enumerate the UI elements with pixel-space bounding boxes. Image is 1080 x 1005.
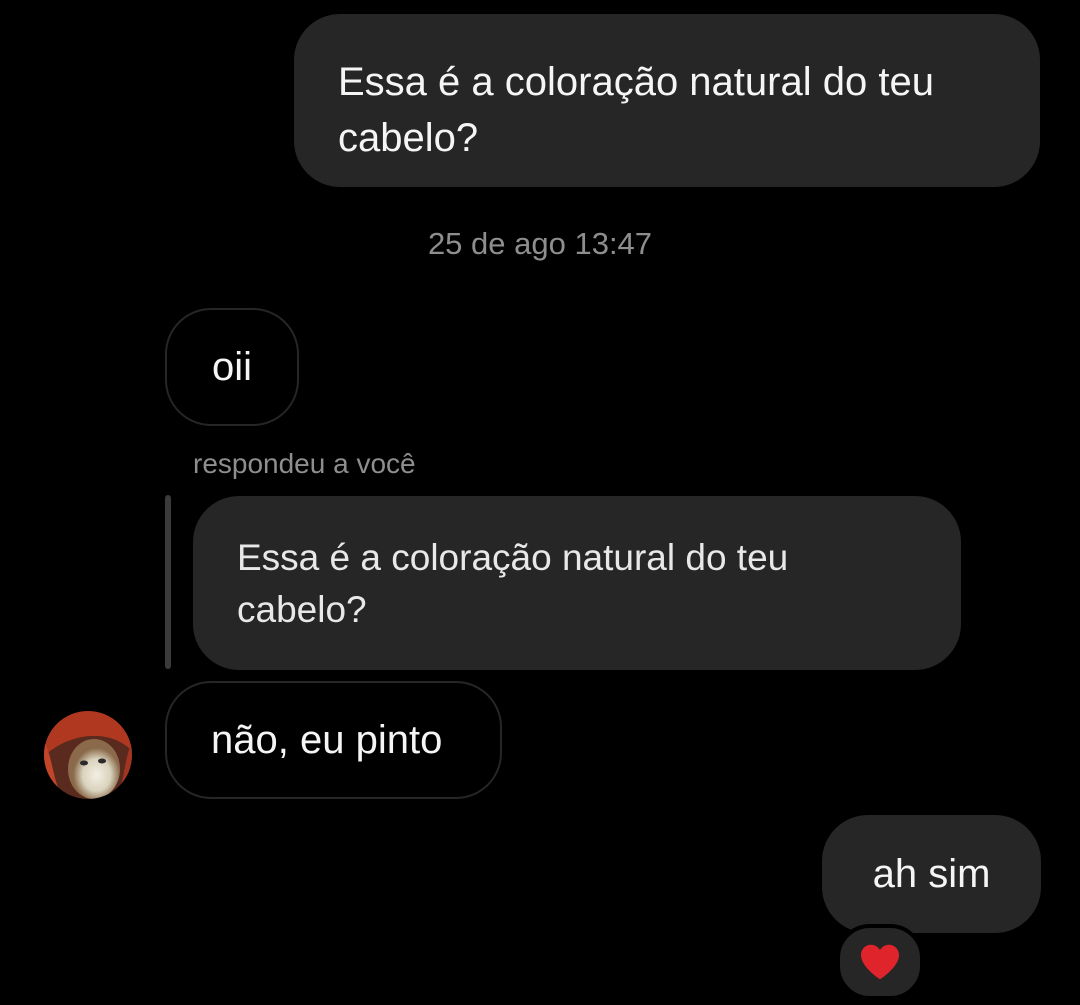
reply-quote-bar — [165, 495, 171, 669]
avatar[interactable] — [44, 711, 132, 799]
quoted-text: Essa é a coloração natural do teu cabelo… — [237, 537, 789, 630]
quoted-message[interactable]: Essa é a coloração natural do teu cabelo… — [193, 496, 961, 670]
avatar-image — [44, 711, 132, 799]
message-text: oii — [211, 344, 253, 389]
message-timestamp: 25 de ago 13:47 — [427, 226, 653, 261]
outgoing-message[interactable]: ah sim — [822, 815, 1041, 933]
message-text: ah sim — [872, 851, 991, 896]
incoming-message[interactable]: oii — [165, 308, 299, 426]
reaction-badge[interactable] — [836, 924, 924, 1000]
message-text: não, eu pinto — [211, 717, 443, 762]
outgoing-message[interactable]: Essa é a coloração natural do teu cabelo… — [294, 14, 1040, 187]
heart-icon — [861, 944, 899, 980]
reply-label: respondeu a você — [193, 448, 416, 479]
incoming-message[interactable]: não, eu pinto — [165, 681, 502, 799]
message-text: Essa é a coloração natural do teu cabelo… — [338, 60, 934, 160]
